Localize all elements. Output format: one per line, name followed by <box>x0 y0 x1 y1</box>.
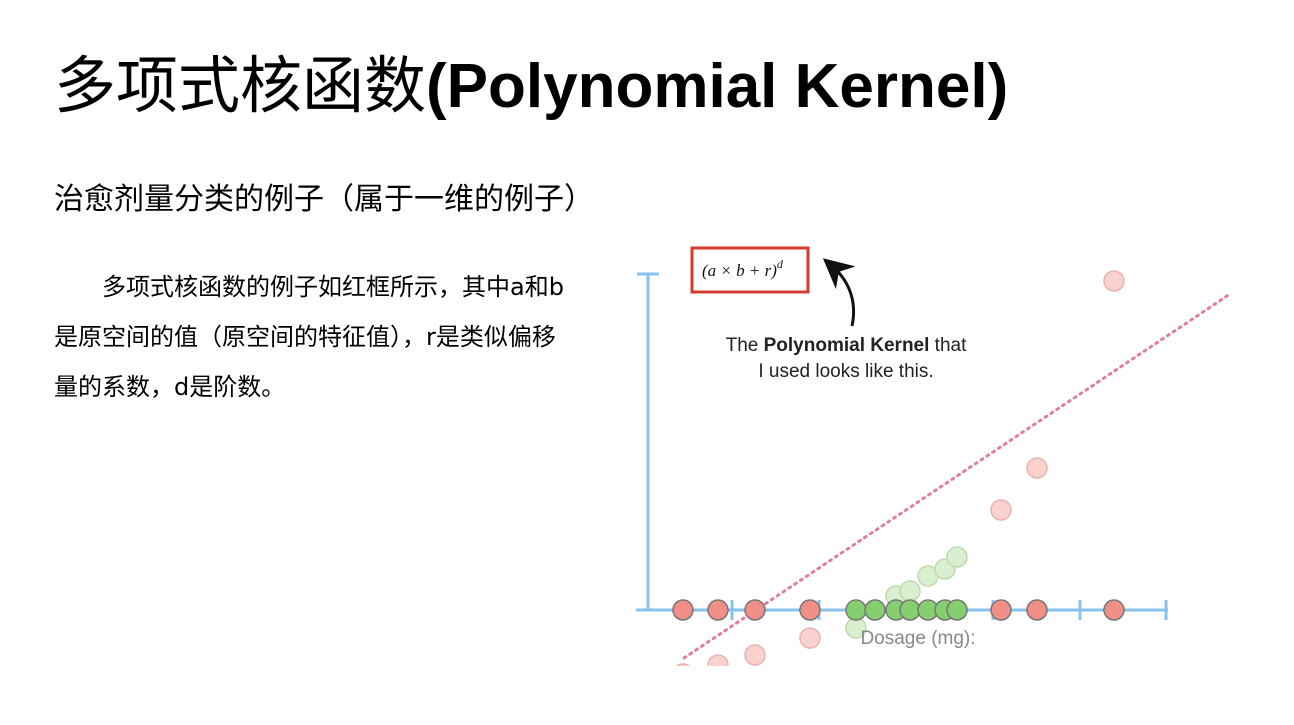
callout-bold: Polynomial Kernel <box>764 335 930 356</box>
red-point <box>672 599 694 621</box>
callout-text-line1: The Polynomial Kernel that <box>726 335 968 356</box>
lifted-point <box>946 546 968 568</box>
body-paragraph: 多项式核函数的例子如红框所示，其中a和b是原空间的值（原空间的特征值），r是类似… <box>54 273 564 401</box>
x-axis-label: Dosage (mg): <box>860 628 975 649</box>
red-point <box>744 599 766 621</box>
lifted-point <box>899 580 921 602</box>
body-text: 多项式核函数的例子如红框所示，其中a和b是原空间的值（原空间的特征值），r是类似… <box>54 262 574 412</box>
lifted-point <box>744 644 766 666</box>
lifted-point <box>1026 457 1048 479</box>
lifted-point <box>1103 270 1125 292</box>
green-point <box>946 599 968 621</box>
formula-exponent: d <box>777 257 784 271</box>
red-point <box>707 599 729 621</box>
lifted-point <box>707 654 729 666</box>
lifted-point <box>990 499 1012 521</box>
title-english: (Polynomial Kernel) <box>426 52 1009 121</box>
green-point <box>845 599 867 621</box>
red-point <box>1103 599 1125 621</box>
green-point <box>864 599 886 621</box>
callout-after: that <box>929 335 967 356</box>
lifted-point <box>799 627 821 649</box>
lifted-point <box>675 663 691 666</box>
kernel-figure-svg: (a × b + r)d The Polynomial Kernel that … <box>636 246 1232 666</box>
formula-main: (a × b + r) <box>702 261 777 280</box>
slide-title: 多项式核函数(Polynomial Kernel) <box>54 46 1008 127</box>
red-point <box>1026 599 1048 621</box>
title-chinese: 多项式核函数 <box>54 49 427 122</box>
red-point <box>799 599 821 621</box>
callout-arrow <box>822 258 856 327</box>
slide-subtitle: 治愈剂量分类的例子（属于一维的例子） <box>54 182 594 217</box>
green-point <box>899 599 921 621</box>
red-point <box>990 599 1012 621</box>
formula-text: (a × b + r)d <box>702 257 784 280</box>
callout-before: The <box>726 335 764 356</box>
callout-text-line2: I used looks like this. <box>758 361 933 382</box>
kernel-figure: (a × b + r)d The Polynomial Kernel that … <box>620 236 1260 666</box>
